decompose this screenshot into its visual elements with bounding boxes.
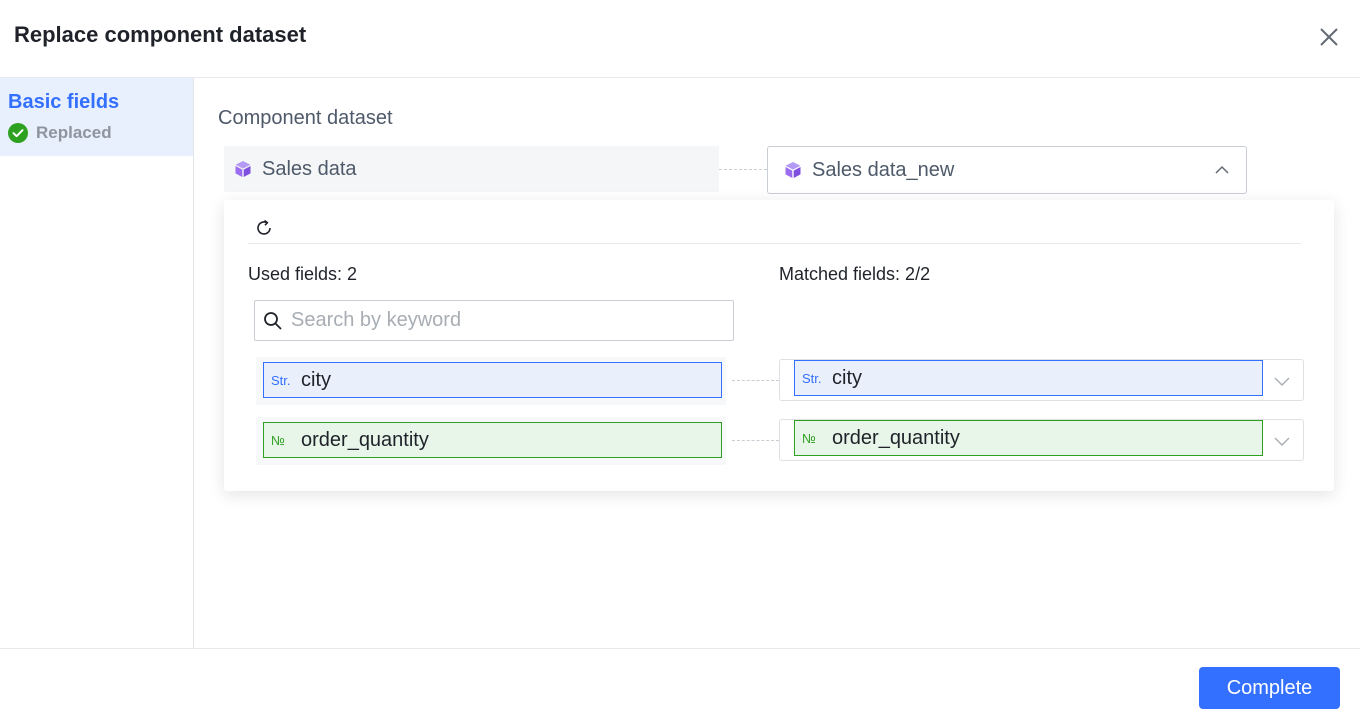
search-icon [264, 311, 282, 330]
chevron-up-icon[interactable] [1214, 162, 1230, 178]
target-field-name: city [832, 366, 862, 389]
string-type-tag: Str. [271, 372, 291, 388]
replaced-status-text: Replaced [36, 123, 112, 142]
used-fields-label: Used fields: 2 [248, 264, 358, 284]
source-field-name: city [301, 368, 331, 391]
sidebar-item-label: Basic fields [8, 91, 120, 113]
source-field-city: Str. city [263, 362, 722, 398]
source-dataset-name: Sales data [262, 157, 357, 180]
close-icon[interactable] [1314, 22, 1344, 52]
footer-divider [0, 648, 1360, 649]
target-dataset-select[interactable]: Sales data_new [767, 146, 1247, 194]
target-field-select-order-quantity[interactable]: № order_quantity [779, 419, 1304, 461]
source-dataset: Sales data [224, 146, 719, 192]
target-field-city: Str. city [794, 360, 1263, 396]
component-dataset-label: Component dataset [218, 107, 393, 129]
search-input[interactable] [291, 309, 711, 332]
dialog-title: Replace component dataset [14, 22, 307, 47]
number-type-tag: № [271, 432, 285, 448]
search-box[interactable] [254, 300, 734, 341]
sidebar: Basic fields Replaced [0, 78, 194, 648]
target-field-select-city[interactable]: Str. city [779, 359, 1304, 401]
target-dataset-name: Sales data_new [812, 158, 955, 181]
sidebar-item-status: Replaced [8, 123, 112, 143]
complete-button[interactable]: Complete [1199, 667, 1340, 709]
check-circle-icon [8, 123, 28, 143]
cube-icon [785, 162, 801, 178]
field-connector [732, 440, 779, 441]
sidebar-item-basic-fields[interactable]: Basic fields Replaced [0, 78, 193, 156]
matched-fields-label: Matched fields: 2/2 [779, 264, 931, 284]
target-field-order-quantity: № order_quantity [794, 420, 1263, 456]
cube-icon [235, 161, 251, 177]
source-field-order-quantity: № order_quantity [263, 422, 722, 458]
number-type-tag: № [802, 430, 816, 446]
field-mapping-panel: Used fields: 2 Matched fields: 2/2 Str. … [224, 200, 1334, 491]
source-field-name: order_quantity [301, 428, 429, 451]
refresh-icon[interactable] [254, 218, 274, 238]
dataset-connector [719, 169, 767, 170]
chevron-down-icon[interactable] [1273, 432, 1291, 450]
chevron-down-icon[interactable] [1273, 372, 1291, 390]
string-type-tag: Str. [802, 370, 822, 386]
field-connector [732, 380, 779, 381]
dialog-header: Replace component dataset [0, 0, 1360, 78]
target-field-name: order_quantity [832, 426, 960, 449]
panel-divider [248, 243, 1301, 244]
